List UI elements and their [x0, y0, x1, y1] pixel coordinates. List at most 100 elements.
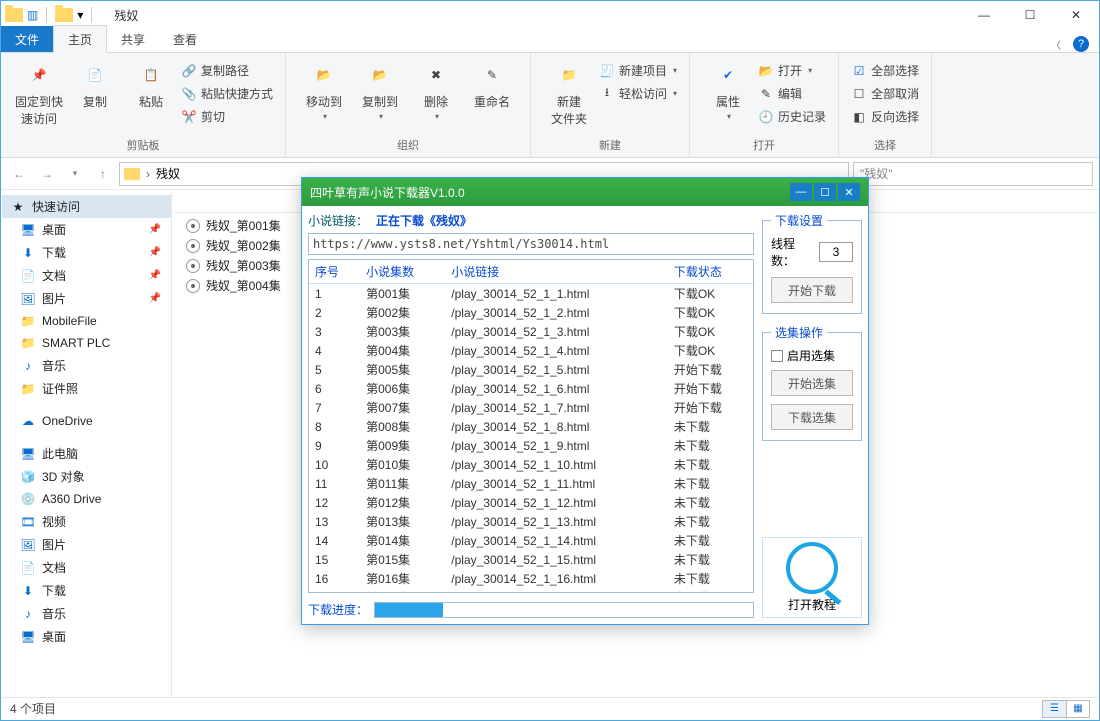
sidebar-onedrive[interactable]: ☁OneDrive	[2, 410, 171, 432]
start-download-button[interactable]: 开始下载	[771, 277, 853, 303]
open-tutorial-button[interactable]: 打开教程	[762, 537, 862, 618]
sidebar-item[interactable]: 🧊3D 对象	[2, 465, 171, 488]
easy-access-button[interactable]: ⭳轻松访问▾	[597, 84, 679, 103]
paste-button[interactable]: 📋粘贴	[123, 57, 179, 110]
sidebar: ★快速访问 🖥桌面📌⬇下载📌📄文档📌🖼图片📌📁MobileFile📁SMART …	[2, 191, 172, 696]
properties-button[interactable]: ✔属性▾	[700, 57, 756, 121]
table-row[interactable]: 8第008集/play_30014_52_1_8.html未下载	[309, 417, 753, 436]
move-to-button[interactable]: 📂移动到▾	[296, 57, 352, 121]
sidebar-item[interactable]: ♪音乐	[2, 354, 171, 377]
help-icon[interactable]: ?	[1073, 36, 1089, 52]
sidebar-item[interactable]: 🖼图片	[2, 533, 171, 556]
col-state[interactable]: 下载状态	[668, 260, 753, 284]
minimize-button[interactable]: —	[961, 1, 1007, 29]
select-all-button[interactable]: ☑全部选择	[849, 61, 921, 80]
download-table[interactable]: 序号 小说集数 小说链接 下载状态 1第001集/play_30014_52_1…	[308, 259, 754, 593]
table-row[interactable]: 5第005集/play_30014_52_1_5.html开始下载	[309, 360, 753, 379]
folder-icon	[124, 168, 140, 180]
downloader-title-bar[interactable]: 四叶草有声小说下载器V1.0.0 — ☐ ✕	[302, 178, 868, 206]
table-row[interactable]: 15第015集/play_30014_52_1_15.html未下载	[309, 550, 753, 569]
select-none-button[interactable]: ☐全部取消	[849, 84, 921, 103]
forward-button[interactable]: →	[35, 162, 59, 186]
file-item[interactable]: 残奴_第002集	[186, 237, 281, 254]
new-item-button[interactable]: 🧾新建项目▾	[597, 61, 679, 80]
sidebar-item[interactable]: 🖼图片📌	[2, 287, 171, 310]
downloader-close-button[interactable]: ✕	[838, 183, 860, 201]
up-button[interactable]: ↑	[91, 162, 115, 186]
col-link[interactable]: 小说链接	[445, 260, 668, 284]
delete-button[interactable]: ✖删除▾	[408, 57, 464, 121]
sidebar-item[interactable]: 📁MobileFile	[2, 310, 171, 332]
rename-button[interactable]: ✎重命名	[464, 57, 520, 110]
audio-file-icon	[186, 219, 200, 233]
table-row[interactable]: 12第012集/play_30014_52_1_12.html未下载	[309, 493, 753, 512]
group-organize-label: 组织	[296, 137, 520, 155]
close-button[interactable]: ✕	[1053, 1, 1099, 29]
table-row[interactable]: 14第014集/play_30014_52_1_14.html未下载	[309, 531, 753, 550]
table-row[interactable]: 11第011集/play_30014_52_1_11.html未下载	[309, 474, 753, 493]
sidebar-this-pc[interactable]: 🖥此电脑	[2, 442, 171, 465]
qat-dropdown-icon[interactable]: ▾	[77, 8, 83, 22]
copy-path-button[interactable]: 🔗复制路径	[179, 61, 275, 80]
table-row[interactable]: 9第009集/play_30014_52_1_9.html未下载	[309, 436, 753, 455]
table-row[interactable]: 6第006集/play_30014_52_1_6.html开始下载	[309, 379, 753, 398]
search-input[interactable]: "残奴"	[853, 162, 1093, 186]
back-button[interactable]: ←	[7, 162, 31, 186]
table-row[interactable]: 2第002集/play_30014_52_1_2.html下载OK	[309, 303, 753, 322]
table-row[interactable]: 1第001集/play_30014_52_1_1.html下载OK	[309, 284, 753, 304]
start-selection-button[interactable]: 开始选集	[771, 370, 853, 396]
novel-url-input[interactable]	[308, 233, 754, 255]
pin-quick-access-button[interactable]: 📌固定到快 速访问	[11, 57, 67, 127]
file-item[interactable]: 残奴_第004集	[186, 277, 281, 294]
downloader-minimize-button[interactable]: —	[790, 183, 812, 201]
cut-button[interactable]: ✂️剪切	[179, 107, 275, 126]
tab-file[interactable]: 文件	[1, 26, 53, 52]
table-row[interactable]: 3第003集/play_30014_52_1_3.html下载OK	[309, 322, 753, 341]
download-selection-button[interactable]: 下载选集	[771, 404, 853, 430]
col-set[interactable]: 小说集数	[360, 260, 445, 284]
history-button[interactable]: 🕘历史记录	[756, 107, 828, 126]
sidebar-quick-access[interactable]: ★快速访问	[2, 195, 171, 218]
copy-to-button[interactable]: 📂复制到▾	[352, 57, 408, 121]
download-settings-group: 下载设置 线程数： 开始下载	[762, 212, 862, 314]
qat-save-icon[interactable]: ▥	[27, 8, 38, 22]
table-row[interactable]: 17第017集/play_30014_52_1_17.html未下载	[309, 588, 753, 593]
col-index[interactable]: 序号	[309, 260, 360, 284]
table-row[interactable]: 10第010集/play_30014_52_1_10.html未下载	[309, 455, 753, 474]
sidebar-item[interactable]: 📁证件照	[2, 377, 171, 400]
enable-selection-checkbox[interactable]: 启用选集	[771, 347, 853, 364]
sidebar-item[interactable]: 🖥桌面	[2, 625, 171, 648]
tab-view[interactable]: 查看	[159, 26, 211, 52]
table-row[interactable]: 16第016集/play_30014_52_1_16.html未下载	[309, 569, 753, 588]
new-folder-button[interactable]: 📁新建 文件夹	[541, 57, 597, 127]
sidebar-item[interactable]: 📁SMART PLC	[2, 332, 171, 354]
sidebar-item[interactable]: 🎞视频	[2, 510, 171, 533]
sidebar-item[interactable]: 📄文档	[2, 556, 171, 579]
group-select-label: 选择	[849, 137, 921, 155]
sidebar-item[interactable]: 🖥桌面📌	[2, 218, 171, 241]
view-icons-button[interactable]: ▦	[1066, 700, 1090, 718]
maximize-button[interactable]: ☐	[1007, 1, 1053, 29]
tab-home[interactable]: 主页	[53, 25, 107, 53]
table-row[interactable]: 13第013集/play_30014_52_1_13.html未下载	[309, 512, 753, 531]
open-button[interactable]: 📂打开▾	[756, 61, 828, 80]
paste-shortcut-button[interactable]: 📎粘贴快捷方式	[179, 84, 275, 103]
sidebar-item[interactable]: ⬇下载📌	[2, 241, 171, 264]
table-row[interactable]: 4第004集/play_30014_52_1_4.html下载OK	[309, 341, 753, 360]
file-item[interactable]: 残奴_第003集	[186, 257, 281, 274]
collapse-ribbon-icon[interactable]: 〈	[1051, 37, 1061, 52]
tab-share[interactable]: 共享	[107, 26, 159, 52]
invert-selection-button[interactable]: ◧反向选择	[849, 107, 921, 126]
sidebar-item[interactable]: 💿A360 Drive	[2, 488, 171, 510]
copy-button[interactable]: 📄复制	[67, 57, 123, 110]
sidebar-item[interactable]: ♪音乐	[2, 602, 171, 625]
view-details-button[interactable]: ☰	[1042, 700, 1066, 718]
file-item[interactable]: 残奴_第001集	[186, 217, 281, 234]
sidebar-item[interactable]: 📄文档📌	[2, 264, 171, 287]
threads-input[interactable]	[819, 242, 853, 262]
recent-button[interactable]: ▾	[63, 162, 87, 186]
downloader-maximize-button[interactable]: ☐	[814, 183, 836, 201]
sidebar-item[interactable]: ⬇下载	[2, 579, 171, 602]
table-row[interactable]: 7第007集/play_30014_52_1_7.html开始下载	[309, 398, 753, 417]
edit-button[interactable]: ✎编辑	[756, 84, 828, 103]
